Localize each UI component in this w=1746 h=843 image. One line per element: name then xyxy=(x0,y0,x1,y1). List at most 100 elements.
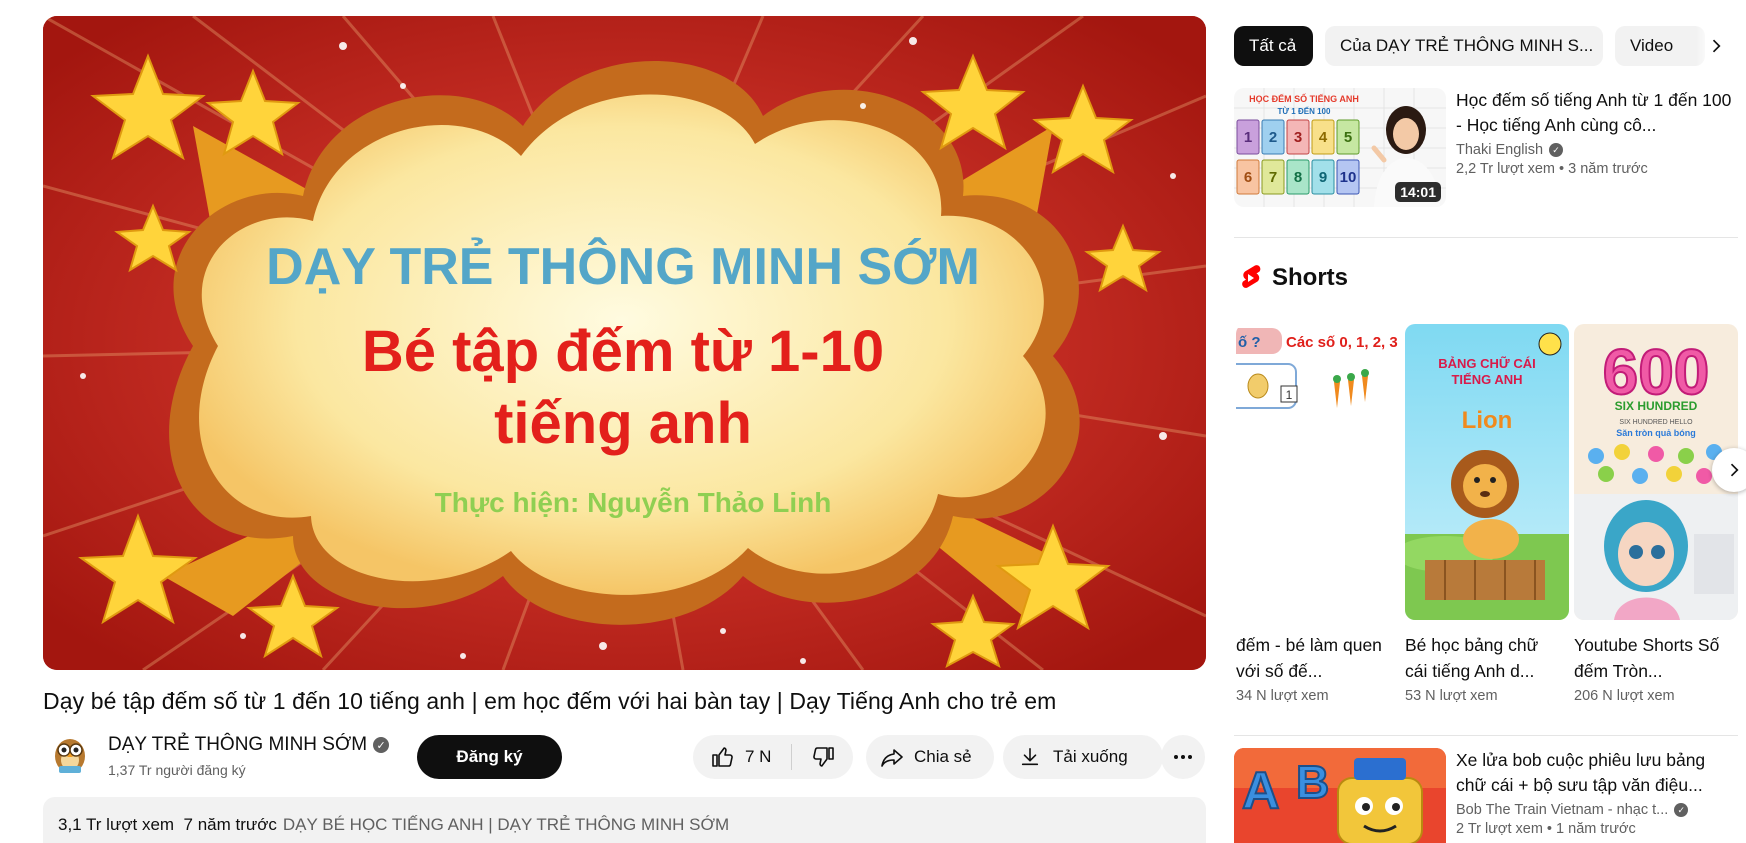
thumbs-up-icon xyxy=(712,747,733,767)
video-title: Dạy bé tập đếm số từ 1 đến 10 tiếng anh … xyxy=(43,688,1057,714)
chevron-right-icon xyxy=(1730,463,1739,477)
channel-name-text[interactable]: DẠY TRẺ THÔNG MINH SỚM xyxy=(108,734,367,756)
description-meta: 3,1 Tr lượt xem 7 năm trước DẠY BÉ HỌC TI… xyxy=(58,815,729,835)
recommendation-views: 2 Tr lượt xem xyxy=(1456,821,1543,837)
short-thumb-text-1: BẢNG CHỮ CÁI xyxy=(1438,356,1535,371)
verified-check-icon: ✓ xyxy=(373,737,390,753)
channel-name[interactable]: DẠY TRẺ THÔNG MINH SỚM ✓ xyxy=(108,734,390,756)
recommendation-thumbnail[interactable]: A B xyxy=(1234,748,1446,843)
shorts-logo-icon xyxy=(1242,265,1261,288)
recommendation-channel-name[interactable]: Bob The Train Vietnam - nhạc t... xyxy=(1456,802,1668,818)
recommendation-channel-name[interactable]: Thaki English xyxy=(1456,142,1543,158)
upload-age: 7 năm trước xyxy=(183,815,277,834)
chip-videos[interactable]: Video xyxy=(1615,26,1705,66)
chip-all[interactable]: Tất cả xyxy=(1234,26,1313,66)
thumb-heading: HỌC ĐẾM SỐ TIẾNG ANH xyxy=(1249,93,1359,104)
verified-check-icon: ✓ xyxy=(1549,143,1564,157)
owner-row: DẠY TRẺ THÔNG MINH SỚM ✓ 1,37 Tr người đ… xyxy=(43,726,1206,786)
svg-text:5: 5 xyxy=(1344,129,1352,146)
short-item[interactable]: BẢNG CHỮ CÁI TIẾNG ANH Lion Bé học bảng … xyxy=(1405,324,1569,704)
overlay-title-1: DẠY TRẺ THÔNG MINH SỚM xyxy=(266,237,980,296)
shorts-shelf-header: Shorts xyxy=(1238,264,1348,292)
more-actions-button[interactable] xyxy=(1161,735,1205,779)
description-box[interactable]: 3,1 Tr lượt xem 7 năm trước DẠY BÉ HỌC TI… xyxy=(43,797,1206,843)
short-title[interactable]: đếm - bé làm quen với số đế... xyxy=(1236,632,1396,684)
recommendation-title[interactable]: Xe lửa bob cuộc phiêu lưu bảng chữ cái +… xyxy=(1456,748,1736,798)
short-thumb-text-1: ố ? xyxy=(1238,334,1261,351)
short-title[interactable]: Bé học bảng chữ cái tiếng Anh d... xyxy=(1405,632,1565,684)
verified-check-icon: ✓ xyxy=(1674,803,1689,817)
view-count: 3,1 Tr lượt xem xyxy=(58,815,175,834)
video-duration-badge: 14:01 xyxy=(1395,182,1441,202)
thumb-subheading: TỪ 1 ĐẾN 100 xyxy=(1278,106,1331,116)
recommendation-info: Học đếm số tiếng Anh từ 1 đến 100 - Học … xyxy=(1456,88,1736,177)
svg-text:9: 9 xyxy=(1319,169,1327,186)
svg-text:B: B xyxy=(1296,756,1329,808)
channel-avatar[interactable] xyxy=(47,730,93,776)
short-views: 206 N lượt xem xyxy=(1574,688,1675,704)
recommendation-channel[interactable]: Bob The Train Vietnam - nhạc t... ✓ xyxy=(1456,802,1736,818)
chevron-right-icon xyxy=(1712,39,1721,53)
share-arrow-icon xyxy=(881,749,903,767)
short-thumb-text-1: SIX HUNDRED xyxy=(1615,399,1698,413)
short-thumbnail-art: BẢNG CHỮ CÁI TIẾNG ANH Lion xyxy=(1405,324,1569,620)
recommendation-title[interactable]: Học đếm số tiếng Anh từ 1 đến 100 - Học … xyxy=(1456,88,1736,138)
recommendation-meta: 2,2 Tr lượt xem • 3 năm trước xyxy=(1456,161,1648,177)
thumbs-down-icon xyxy=(812,747,834,767)
svg-text:10: 10 xyxy=(1340,169,1357,186)
dislike-button[interactable] xyxy=(792,735,853,779)
short-thumbnail[interactable]: BẢNG CHỮ CÁI TIẾNG ANH Lion xyxy=(1405,324,1569,620)
overlay-title-3: tiếng anh xyxy=(494,391,752,456)
section-divider xyxy=(1234,237,1738,238)
video-player[interactable]: DẠY TRẺ THÔNG MINH SỚM Bé tập đếm từ 1-1… xyxy=(43,16,1206,670)
short-thumb-text-2: TIẾNG ANH xyxy=(1451,372,1522,387)
short-item[interactable]: ố ? Các số 0, 1, 2, 3 1 đếm - bé làm que… xyxy=(1236,324,1400,704)
short-item[interactable]: 600 SIX HUNDRED SIX HUNDRED HELLO Săn tr… xyxy=(1574,324,1738,704)
section-divider xyxy=(1234,735,1738,736)
download-button[interactable]: Tải xuống xyxy=(1003,735,1163,779)
video-frame: DẠY TRẺ THÔNG MINH SỚM Bé tập đếm từ 1-1… xyxy=(43,16,1206,670)
short-thumb-word: Lion xyxy=(1462,407,1513,434)
recommendation-age: 3 năm trước xyxy=(1568,161,1648,177)
share-button[interactable]: Chia sẻ xyxy=(866,735,994,779)
overlay-title-2: Bé tập đếm từ 1-10 xyxy=(362,319,884,384)
recommendation-thumbnail[interactable]: HỌC ĐẾM SỐ TIẾNG ANH TỪ 1 ĐẾN 100 1 2 3 … xyxy=(1234,88,1446,207)
svg-text:8: 8 xyxy=(1294,169,1302,186)
subscriber-count: 1,37 Tr người đăng ký xyxy=(108,762,246,778)
description-tags[interactable]: DẠY BÉ HỌC TIẾNG ANH | DẠY TRẺ THÔNG MIN… xyxy=(283,815,729,834)
recommendation-views: 2,2 Tr lượt xem xyxy=(1456,161,1555,177)
svg-text:3: 3 xyxy=(1294,129,1302,146)
more-horizontal-icon xyxy=(1174,755,1192,759)
youtube-watch-page: DẠY TRẺ THÔNG MINH SỚM Bé tập đếm từ 1-1… xyxy=(0,0,1746,843)
recommendation-age: 1 năm trước xyxy=(1556,821,1636,837)
train-thumbnail-art: A B xyxy=(1234,748,1446,843)
short-thumb-text-3: Săn tròn quả bóng xyxy=(1616,428,1696,438)
share-label: Chia sẻ xyxy=(914,747,972,766)
like-dislike-group: 7 N xyxy=(693,735,853,779)
like-button[interactable]: 7 N xyxy=(693,735,791,779)
svg-text:7: 7 xyxy=(1269,169,1277,186)
short-views: 34 N lượt xem xyxy=(1236,688,1329,704)
recommendation-item[interactable]: HỌC ĐẾM SỐ TIẾNG ANH TỪ 1 ĐẾN 100 1 2 3 … xyxy=(1234,88,1738,210)
chip-from-channel[interactable]: Của DẠY TRẺ THÔNG MINH S... xyxy=(1325,26,1603,66)
svg-text:4: 4 xyxy=(1319,129,1328,146)
recommendation-info: Xe lửa bob cuộc phiêu lưu bảng chữ cái +… xyxy=(1456,748,1736,837)
recommendation-meta: 2 Tr lượt xem • 1 năm trước xyxy=(1456,821,1636,837)
short-thumbnail-art: ố ? Các số 0, 1, 2, 3 1 xyxy=(1236,324,1400,620)
overlay-credit: Thực hiện: Nguyễn Thảo Linh xyxy=(435,487,832,518)
shorts-heading: Shorts xyxy=(1272,264,1349,291)
subscribe-button[interactable]: Đăng ký xyxy=(417,735,562,779)
filter-chip-bar: Tất cả Của DẠY TRẺ THÔNG MINH S... Video xyxy=(1234,26,1738,66)
owl-logo-icon xyxy=(47,730,93,776)
short-thumb-text-2: Các số 0, 1, 2, 3 xyxy=(1286,334,1398,351)
short-title[interactable]: Youtube Shorts Số đếm Tròn... xyxy=(1574,632,1734,684)
recommendation-item[interactable]: A B Xe lửa bob cuộc phiêu lưu bảng chữ c… xyxy=(1234,748,1738,843)
short-thumb-num: 600 xyxy=(1603,336,1710,408)
recommendation-channel[interactable]: Thaki English ✓ xyxy=(1456,142,1736,158)
svg-text:1: 1 xyxy=(1244,129,1252,146)
chip-scroll-next-button[interactable] xyxy=(1696,26,1736,66)
short-views: 53 N lượt xem xyxy=(1405,688,1498,704)
svg-text:6: 6 xyxy=(1244,169,1252,186)
short-thumb-text-2: SIX HUNDRED HELLO xyxy=(1619,419,1693,426)
short-thumbnail[interactable]: ố ? Các số 0, 1, 2, 3 1 xyxy=(1236,324,1400,620)
